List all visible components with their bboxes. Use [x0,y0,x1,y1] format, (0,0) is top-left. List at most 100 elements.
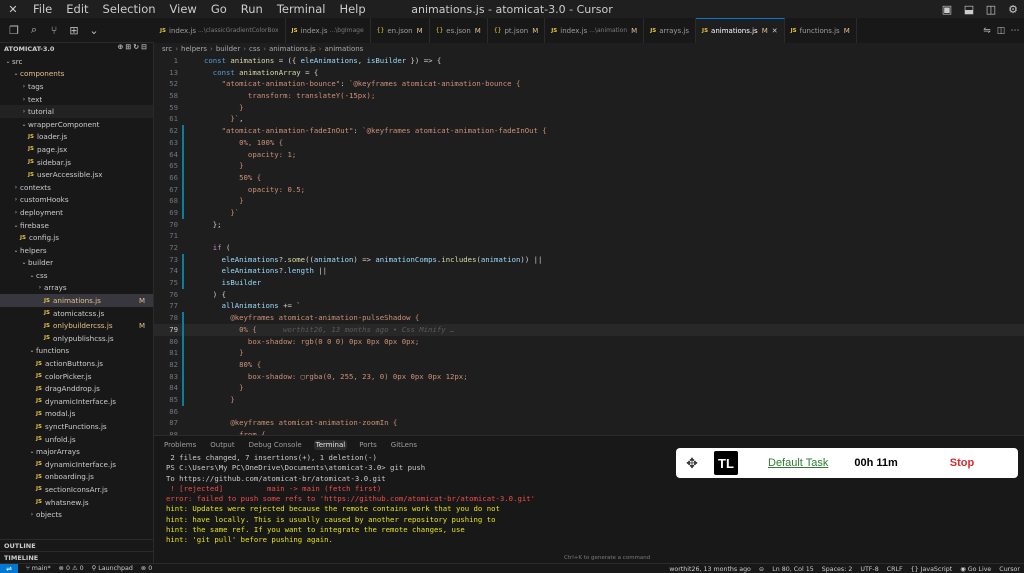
tree-item[interactable]: JS loader.js [0,131,153,144]
tree-item[interactable]: JS onlypublishcss.js [0,332,153,345]
tree-item[interactable]: JS unfold.js [0,433,153,446]
tree-item[interactable]: JS sectionIconsArr.js [0,483,153,496]
tree-item[interactable]: JS whatsnew.js [0,496,153,509]
tree-item[interactable]: › customHooks [0,194,153,207]
tree-item[interactable]: JS actionButtons.js [0,357,153,370]
line-endings[interactable]: CRLF [887,566,903,573]
menu-terminal[interactable]: Terminal [270,0,333,18]
tree-item[interactable]: JS modal.js [0,408,153,421]
panel-tab-ports[interactable]: Ports [357,440,379,450]
remote-icon[interactable]: ⇌ [0,563,18,573]
tree-item[interactable]: ⌄ builder [0,257,153,270]
code-editor[interactable]: 1 const animations = ({ eleAnimations, is… [154,55,1024,435]
tree-item[interactable]: JS dynamicInterface.js [0,395,153,408]
more-actions-icon[interactable]: ⋯ [1008,26,1022,36]
task-link[interactable]: Default Task [768,457,828,469]
panel-tab-gitlens[interactable]: GitLens [389,440,419,450]
blame-status[interactable]: worthit26, 13 months ago [669,566,751,573]
outline-section[interactable]: OUTLINE [0,539,153,551]
extensions-icon[interactable]: ⊞ [64,24,84,37]
breadcrumb-item[interactable]: src [162,45,172,53]
split-editor-icon[interactable]: ◫ [994,26,1008,36]
tree-item[interactable]: › arrays [0,282,153,295]
tree-item[interactable]: › objects [0,508,153,521]
launchpad-status[interactable]: ⚲ Launchpad [92,565,133,572]
breadcrumb-item[interactable]: css [249,45,260,53]
tab-index-js[interactable]: JS index.js ...\classicGradientColorBox [154,18,286,43]
tree-item[interactable]: ⌄ helpers [0,244,153,257]
encoding[interactable]: UTF-8 [860,566,878,573]
tree-item[interactable]: ⌄ majorArrays [0,445,153,458]
tree-item[interactable]: JS onlybuildercss.js M [0,319,153,332]
toggle-panel-icon[interactable]: ⬓ [958,3,980,16]
tab-arrays-js[interactable]: JS arrays.js [644,18,697,43]
tree-item[interactable]: › contexts [0,181,153,194]
language-mode[interactable]: {} JavaScript [911,566,953,573]
tree-item[interactable]: JS userAccessible.jsx [0,168,153,181]
breadcrumb-item[interactable]: builder [216,45,240,53]
tab-index-js[interactable]: JS index.js ...\animation M [545,18,645,43]
tree-item[interactable]: JS atomicatcss.js [0,307,153,320]
tree-item[interactable]: › tutorial [0,105,153,118]
compare-icon[interactable]: ⇋ [980,26,994,36]
settings-gear-icon[interactable]: ⚙ [1002,3,1024,16]
tree-item[interactable]: › text [0,93,153,106]
source-control-icon[interactable]: ⑂ [44,24,64,37]
tree-item[interactable]: JS dynamicInterface.js [0,458,153,471]
tree-item[interactable]: JS page.jsx [0,143,153,156]
menu-go[interactable]: Go [204,0,234,18]
close-icon[interactable]: ✕ [772,27,778,35]
menu-file[interactable]: File [26,0,59,18]
branch-status[interactable]: ⑂ main* [26,565,51,572]
breadcrumb-item[interactable]: animations [324,45,363,53]
tab-animations-js[interactable]: JS animations.js M ✕ [696,18,785,43]
panel-tab-output[interactable]: Output [208,440,236,450]
panel-tab-terminal[interactable]: Terminal [313,439,348,450]
tree-item[interactable]: ⌄ firebase [0,219,153,232]
explorer-icon[interactable]: ❐ [4,24,24,37]
problems-status[interactable]: ⊗ 0 ⚠ 0 [59,565,84,572]
tree-item[interactable]: JS animations.js M [0,294,153,307]
tab-en-json[interactable]: {} en.json M [371,18,430,43]
panel-tab-problems[interactable]: Problems [162,440,198,450]
tree-item[interactable]: JS config.js [0,231,153,244]
tree-item[interactable]: › deployment [0,206,153,219]
move-handle-icon[interactable]: ✥ [676,455,708,472]
tree-item[interactable]: ⌄ wrapperComponent [0,118,153,131]
ports-status[interactable]: ⊗ 0 [141,565,152,572]
tree-item[interactable]: ⌄ components [0,68,153,81]
tree-item[interactable]: ⌄ src [0,55,153,68]
tree-item[interactable]: JS onboarding.js [0,471,153,484]
golive-button[interactable]: ◉ Go Live [960,566,991,573]
toggle-sidebar-icon[interactable]: ▣ [936,3,958,16]
more-icon[interactable]: ⌄ [84,24,104,37]
menu-view[interactable]: View [163,0,204,18]
tree-item[interactable]: JS sidebar.js [0,156,153,169]
zoom-icon[interactable]: ⊖ [759,566,764,573]
tree-item[interactable]: › tags [0,80,153,93]
indentation[interactable]: Spaces: 2 [822,566,853,573]
tree-item[interactable]: JS colorPicker.js [0,370,153,383]
timeline-section[interactable]: TIMELINE [0,551,153,563]
tree-item[interactable]: JS dragAnddrop.js [0,382,153,395]
cursor-position[interactable]: Ln 80, Col 15 [772,566,814,573]
breadcrumb-item[interactable]: animations.js [269,45,316,53]
menu-help[interactable]: Help [332,0,372,18]
app-status[interactable]: Cursor [999,566,1020,573]
breadcrumb-item[interactable]: helpers [181,45,207,53]
tab-index-js[interactable]: JS index.js ...\bgImage [286,18,371,43]
tree-item[interactable]: JS synctFunctions.js [0,420,153,433]
stop-button[interactable]: Stop [950,457,974,469]
tab-es-json[interactable]: {} es.json M [430,18,488,43]
menu-run[interactable]: Run [234,0,270,18]
tab-functions-js[interactable]: JS functions.js M [785,18,857,43]
menu-selection[interactable]: Selection [96,0,163,18]
explorer-actions[interactable]: ⊕⊞↻⊟ [118,43,149,51]
tab-pt-json[interactable]: {} pt.json M [488,18,546,43]
menu-edit[interactable]: Edit [59,0,95,18]
tree-item[interactable]: ⌄ css [0,269,153,282]
toggle-secondary-sidebar-icon[interactable]: ◫ [980,3,1002,16]
tree-item[interactable]: ⌄ functions [0,345,153,358]
search-icon[interactable]: ⌕ [24,23,44,37]
panel-tab-debug-console[interactable]: Debug Console [247,440,304,450]
